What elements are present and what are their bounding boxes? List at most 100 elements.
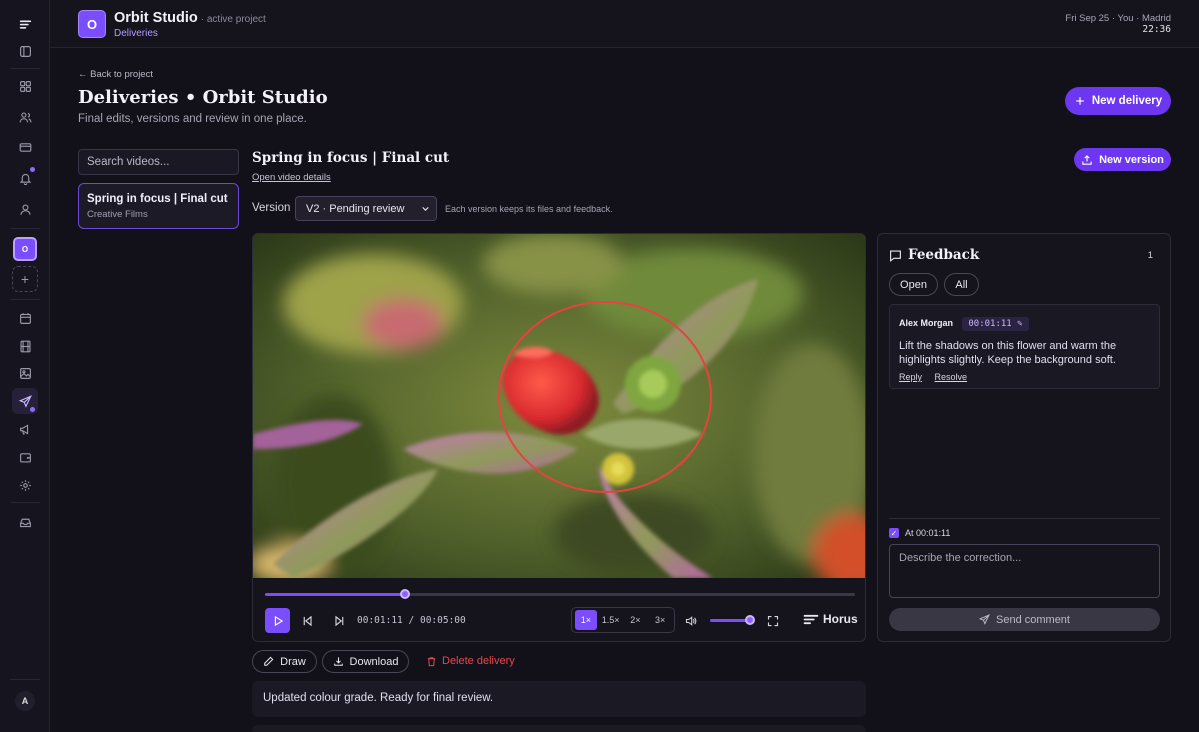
version-label: Version [252, 202, 291, 214]
back-to-project-link[interactable]: ← Back to project [78, 69, 153, 80]
comment-author: Alex Morgan [899, 318, 954, 328]
project-badge[interactable]: O [78, 10, 106, 38]
clock-date: Fri Sep 25 · You · Madrid [1065, 13, 1171, 24]
comment-card: Alex Morgan 00:01:11 ✎ Lift the shadows … [889, 304, 1160, 389]
speed-option-2x[interactable]: 2× [625, 610, 647, 630]
checkbox-checked-icon[interactable]: ✓ [889, 528, 899, 538]
timecode: 00:01:11 / 00:05:00 [357, 615, 466, 626]
trash-icon [427, 656, 436, 666]
play-icon [274, 615, 283, 626]
draw-label: Draw [280, 655, 306, 668]
rail-project-orbit[interactable]: O [13, 237, 37, 261]
project-header: Orbit Studio · active project [114, 10, 266, 26]
image-icon[interactable] [12, 360, 38, 386]
megaphone-icon[interactable] [12, 416, 38, 442]
upload-icon [1082, 154, 1092, 165]
send-comment-label: Send comment [996, 613, 1070, 626]
feedback-count: 1 [1147, 250, 1153, 261]
fullscreen-button[interactable] [765, 608, 781, 633]
comment-body: Lift the shadows on this flower and warm… [899, 340, 1117, 366]
volume-icon [685, 615, 697, 626]
new-delivery-button[interactable]: New delivery [1065, 87, 1171, 115]
video-list-item[interactable]: Spring in focus | Final cut Creative Fil… [78, 183, 239, 229]
inbox-icon[interactable] [12, 509, 38, 535]
video-frame[interactable] [253, 234, 865, 578]
timestamp-toggle[interactable]: ✓ At 00:01:11 [889, 528, 950, 538]
progress-fill [265, 593, 405, 596]
send-comment-button[interactable]: Send comment [889, 608, 1160, 631]
duration: 00:05:00 [419, 615, 466, 626]
feedback-title: Feedback [908, 247, 980, 263]
volume-handle[interactable] [744, 615, 755, 625]
filter-all-button[interactable]: All [944, 273, 979, 296]
feedback-panel: Feedback 1 Open All Alex Morgan 00:01:11… [877, 233, 1171, 642]
video-player: 00:01:11 / 00:05:00 1× 1.5× 2× 3× Horus [252, 233, 866, 642]
new-version-label: New version [1099, 153, 1164, 166]
progress-bar[interactable] [265, 589, 855, 599]
video-item-client: Creative Films [87, 209, 148, 220]
add-project-button[interactable]: + [12, 266, 38, 292]
user-avatar[interactable]: A [15, 691, 35, 711]
billing-icon[interactable] [12, 134, 38, 160]
horus-logo-icon [803, 614, 819, 624]
player-brand-name: Horus [823, 612, 858, 626]
plus-icon [1076, 97, 1084, 105]
left-rail: O + A [0, 0, 50, 732]
dashboard-icon[interactable] [12, 73, 38, 99]
progress-handle[interactable] [399, 589, 410, 599]
comment-resolve-link[interactable]: Resolve [935, 372, 968, 382]
time-separator: / [408, 615, 415, 626]
breadcrumb[interactable]: Deliveries [114, 28, 158, 39]
player-brand: Horus [803, 612, 858, 626]
chevron-down-icon [422, 206, 429, 211]
speed-option-1x[interactable]: 1× [575, 610, 597, 630]
video-item-title: Spring in focus | Final cut [87, 193, 228, 205]
video-title: Spring in focus | Final cut [252, 150, 450, 166]
skip-forward-icon [335, 615, 344, 626]
volume-slider[interactable] [710, 615, 755, 625]
version-select[interactable]: V2 · Pending review [295, 196, 437, 221]
app-logo-icon[interactable] [12, 11, 38, 37]
clock: Fri Sep 25 · You · Madrid 22:36 [1065, 13, 1171, 35]
current-time: 00:01:11 [357, 615, 403, 626]
comment-reply-link[interactable]: Reply [899, 372, 922, 382]
play-button[interactable] [265, 608, 290, 633]
download-icon [333, 657, 343, 666]
download-button[interactable]: Download [322, 650, 409, 673]
download-label: Download [349, 655, 399, 668]
calendar-icon[interactable] [12, 305, 38, 331]
delete-delivery-button[interactable]: Delete delivery [426, 655, 515, 667]
new-version-button[interactable]: New version [1074, 148, 1171, 171]
search-videos-input[interactable] [78, 149, 239, 175]
skip-forward-button[interactable] [332, 608, 346, 633]
filter-open-button[interactable]: Open [889, 273, 938, 296]
notifications-icon[interactable] [12, 165, 38, 191]
delivery-notes: Updated colour grade. Ready for final re… [252, 681, 866, 717]
wallet-icon[interactable] [12, 444, 38, 470]
speed-option-1-5x[interactable]: 1.5× [600, 610, 622, 630]
page-subtitle: Final edits, versions and review in one … [78, 113, 307, 125]
draw-button[interactable]: Draw [252, 650, 317, 673]
video-frame-image [253, 234, 865, 578]
mute-button[interactable] [683, 608, 699, 633]
skip-back-icon [303, 615, 312, 626]
settings-gear-icon[interactable] [12, 472, 38, 498]
page-title: Deliveries • Orbit Studio [78, 87, 328, 108]
film-icon[interactable] [12, 333, 38, 359]
comment-timestamp[interactable]: 00:01:11 ✎ [962, 317, 1029, 331]
correction-textarea[interactable] [889, 544, 1160, 598]
top-bar: O Orbit Studio · active project Deliverie… [50, 0, 1199, 48]
team-icon[interactable] [12, 104, 38, 130]
version-hint: Each version keeps its files and feedbac… [445, 204, 613, 214]
project-status: · active project [200, 14, 266, 25]
profile-icon[interactable] [12, 196, 38, 222]
toggle-sidebar-icon[interactable] [12, 38, 38, 64]
skip-back-button[interactable] [301, 608, 315, 633]
playback-speed-group: 1× 1.5× 2× 3× [571, 607, 675, 633]
fullscreen-icon [767, 615, 779, 626]
delete-delivery-label: Delete delivery [442, 655, 515, 667]
speed-option-3x[interactable]: 3× [649, 610, 671, 630]
open-video-details-link[interactable]: Open video details [252, 172, 331, 183]
deliveries-send-icon[interactable] [12, 388, 38, 414]
comment-icon [890, 249, 901, 262]
